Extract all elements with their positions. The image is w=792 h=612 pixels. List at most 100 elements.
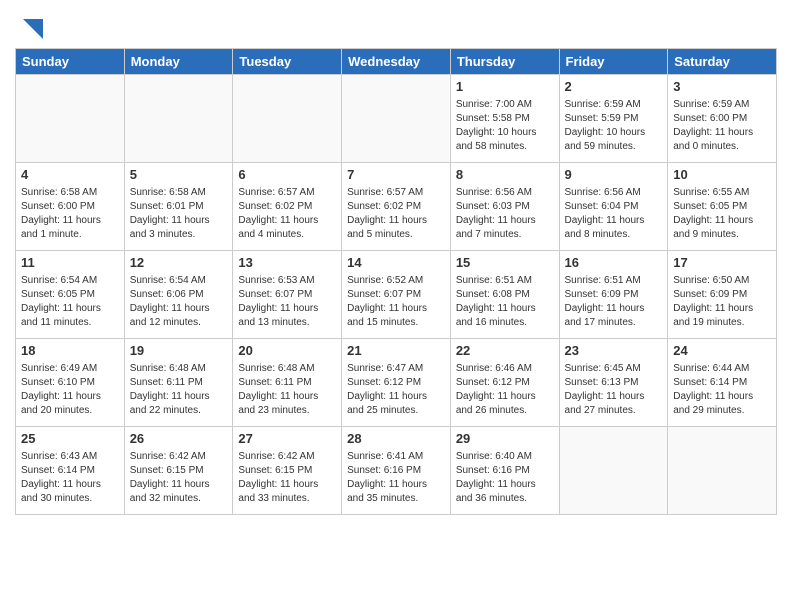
day-number: 17 bbox=[673, 254, 771, 272]
day-info: and 8 minutes. bbox=[565, 228, 663, 242]
day-info: Sunset: 6:02 PM bbox=[347, 200, 445, 214]
day-info: Sunset: 6:05 PM bbox=[673, 200, 771, 214]
day-info: and 3 minutes. bbox=[130, 228, 228, 242]
day-info: Sunrise: 6:58 AM bbox=[21, 186, 119, 200]
day-info: Daylight: 11 hours bbox=[347, 478, 445, 492]
day-info: Sunrise: 6:56 AM bbox=[565, 186, 663, 200]
day-number: 7 bbox=[347, 166, 445, 184]
day-info: and 16 minutes. bbox=[456, 316, 554, 330]
day-number: 1 bbox=[456, 78, 554, 96]
calendar-cell: 10Sunrise: 6:55 AMSunset: 6:05 PMDayligh… bbox=[668, 163, 777, 251]
day-info: Daylight: 11 hours bbox=[238, 390, 336, 404]
day-info: Sunrise: 6:47 AM bbox=[347, 362, 445, 376]
day-info: Daylight: 10 hours bbox=[565, 126, 663, 140]
day-info: Sunrise: 6:54 AM bbox=[21, 274, 119, 288]
day-info: Daylight: 11 hours bbox=[456, 390, 554, 404]
day-info: and 27 minutes. bbox=[565, 404, 663, 418]
day-info: Sunrise: 6:44 AM bbox=[673, 362, 771, 376]
day-info: Sunset: 5:58 PM bbox=[456, 112, 554, 126]
column-header-wednesday: Wednesday bbox=[342, 49, 451, 75]
calendar-cell: 3 Sunrise: 6:59 AMSunset: 6:00 PMDaylight… bbox=[668, 75, 777, 163]
calendar-cell bbox=[233, 75, 342, 163]
day-info: Daylight: 11 hours bbox=[673, 126, 771, 140]
day-info: Sunrise: 6:43 AM bbox=[21, 450, 119, 464]
calendar-cell: 11Sunrise: 6:54 AMSunset: 6:05 PMDayligh… bbox=[16, 251, 125, 339]
calendar-cell: 1Sunrise: 7:00 AMSunset: 5:58 PMDaylight… bbox=[450, 75, 559, 163]
day-info: and 0 minutes. bbox=[673, 140, 771, 154]
day-info: Sunset: 6:00 PM bbox=[673, 112, 771, 126]
day-info: and 33 minutes. bbox=[238, 492, 336, 506]
day-number: 4 bbox=[21, 166, 119, 184]
day-number: 22 bbox=[456, 342, 554, 360]
calendar-table: SundayMondayTuesdayWednesdayThursdayFrid… bbox=[15, 48, 777, 515]
day-info: Sunset: 6:11 PM bbox=[238, 376, 336, 390]
calendar-cell: 28Sunrise: 6:41 AMSunset: 6:16 PMDayligh… bbox=[342, 427, 451, 515]
day-info: Daylight: 11 hours bbox=[565, 390, 663, 404]
day-info: Sunset: 6:09 PM bbox=[673, 288, 771, 302]
day-info: and 29 minutes. bbox=[673, 404, 771, 418]
calendar-cell: 22 Sunrise: 6:46 AMSunset: 6:12 PMDayligh… bbox=[450, 339, 559, 427]
day-info: Sunrise: 6:52 AM bbox=[347, 274, 445, 288]
day-info: and 23 minutes. bbox=[238, 404, 336, 418]
calendar-cell: 23Sunrise: 6:45 AMSunset: 6:13 PMDayligh… bbox=[559, 339, 668, 427]
logo-icon bbox=[18, 14, 48, 44]
calendar-cell: 14Sunrise: 6:52 AMSunset: 6:07 PMDayligh… bbox=[342, 251, 451, 339]
day-info: Sunrise: 6:42 AM bbox=[130, 450, 228, 464]
day-number: 20 bbox=[238, 342, 336, 360]
day-number: 10 bbox=[673, 166, 771, 184]
day-number: 3 bbox=[673, 78, 771, 96]
logo bbox=[15, 14, 48, 44]
column-header-friday: Friday bbox=[559, 49, 668, 75]
day-info: Sunset: 6:15 PM bbox=[238, 464, 336, 478]
day-info: Sunrise: 6:48 AM bbox=[130, 362, 228, 376]
week-row-1: 4Sunrise: 6:58 AMSunset: 6:00 PMDaylight… bbox=[16, 163, 777, 251]
calendar-cell: 6Sunrise: 6:57 AMSunset: 6:02 PMDaylight… bbox=[233, 163, 342, 251]
week-row-3: 18Sunrise: 6:49 AMSunset: 6:10 PMDayligh… bbox=[16, 339, 777, 427]
day-info: and 35 minutes. bbox=[347, 492, 445, 506]
day-info: Sunset: 6:05 PM bbox=[21, 288, 119, 302]
calendar-cell bbox=[16, 75, 125, 163]
column-header-monday: Monday bbox=[124, 49, 233, 75]
day-info: and 36 minutes. bbox=[456, 492, 554, 506]
day-info: Sunset: 6:13 PM bbox=[565, 376, 663, 390]
day-number: 11 bbox=[21, 254, 119, 272]
calendar-cell: 9Sunrise: 6:56 AMSunset: 6:04 PMDaylight… bbox=[559, 163, 668, 251]
day-info: Sunrise: 6:59 AM bbox=[565, 98, 663, 112]
week-row-2: 11 Sunrise: 6:54 AMSunset: 6:05 PM Dayligh… bbox=[16, 251, 777, 339]
week-row-4: 25Sunrise: 6:43 AMSunset: 6:14 PMDayligh… bbox=[16, 427, 777, 515]
day-number: 14 bbox=[347, 254, 445, 272]
column-header-tuesday: Tuesday bbox=[233, 49, 342, 75]
week-row-0: 1Sunrise: 7:00 AMSunset: 5:58 PMDaylight… bbox=[16, 75, 777, 163]
day-info: Daylight: 11 hours bbox=[238, 302, 336, 316]
day-number: 21 bbox=[347, 342, 445, 360]
day-info: Sunset: 6:12 PM bbox=[456, 376, 554, 390]
day-info: and 20 minutes. bbox=[21, 404, 119, 418]
page: SundayMondayTuesdayWednesdayThursdayFrid… bbox=[0, 0, 792, 612]
calendar-cell: 21Sunrise: 6:47 AMSunset: 6:12 PMDayligh… bbox=[342, 339, 451, 427]
day-number: 24 bbox=[673, 342, 771, 360]
day-info: and 30 minutes. bbox=[21, 492, 119, 506]
day-number: 26 bbox=[130, 430, 228, 448]
day-info: and 12 minutes. bbox=[130, 316, 228, 330]
day-info: Sunset: 6:07 PM bbox=[238, 288, 336, 302]
day-info: Sunrise: 6:41 AM bbox=[347, 450, 445, 464]
day-number: 12 bbox=[130, 254, 228, 272]
day-info: Sunset: 6:16 PM bbox=[347, 464, 445, 478]
day-info: Daylight: 11 hours bbox=[456, 302, 554, 316]
column-header-saturday: Saturday bbox=[668, 49, 777, 75]
day-info: Sunset: 6:10 PM bbox=[21, 376, 119, 390]
day-info: Daylight: 11 hours bbox=[347, 390, 445, 404]
calendar-cell bbox=[668, 427, 777, 515]
day-info: Sunrise: 6:46 AM bbox=[456, 362, 554, 376]
day-info: Sunset: 6:04 PM bbox=[565, 200, 663, 214]
day-info: and 22 minutes. bbox=[130, 404, 228, 418]
calendar-cell: 25Sunrise: 6:43 AMSunset: 6:14 PMDayligh… bbox=[16, 427, 125, 515]
day-info: Sunrise: 6:59 AM bbox=[673, 98, 771, 112]
calendar-cell: 24Sunrise: 6:44 AMSunset: 6:14 PMDayligh… bbox=[668, 339, 777, 427]
day-number: 16 bbox=[565, 254, 663, 272]
day-number: 2 bbox=[565, 78, 663, 96]
day-info: Daylight: 11 hours bbox=[130, 214, 228, 228]
calendar-cell: 13Sunrise: 6:53 AMSunset: 6:07 PMDayligh… bbox=[233, 251, 342, 339]
calendar-cell bbox=[124, 75, 233, 163]
day-info: Sunrise: 6:48 AM bbox=[238, 362, 336, 376]
